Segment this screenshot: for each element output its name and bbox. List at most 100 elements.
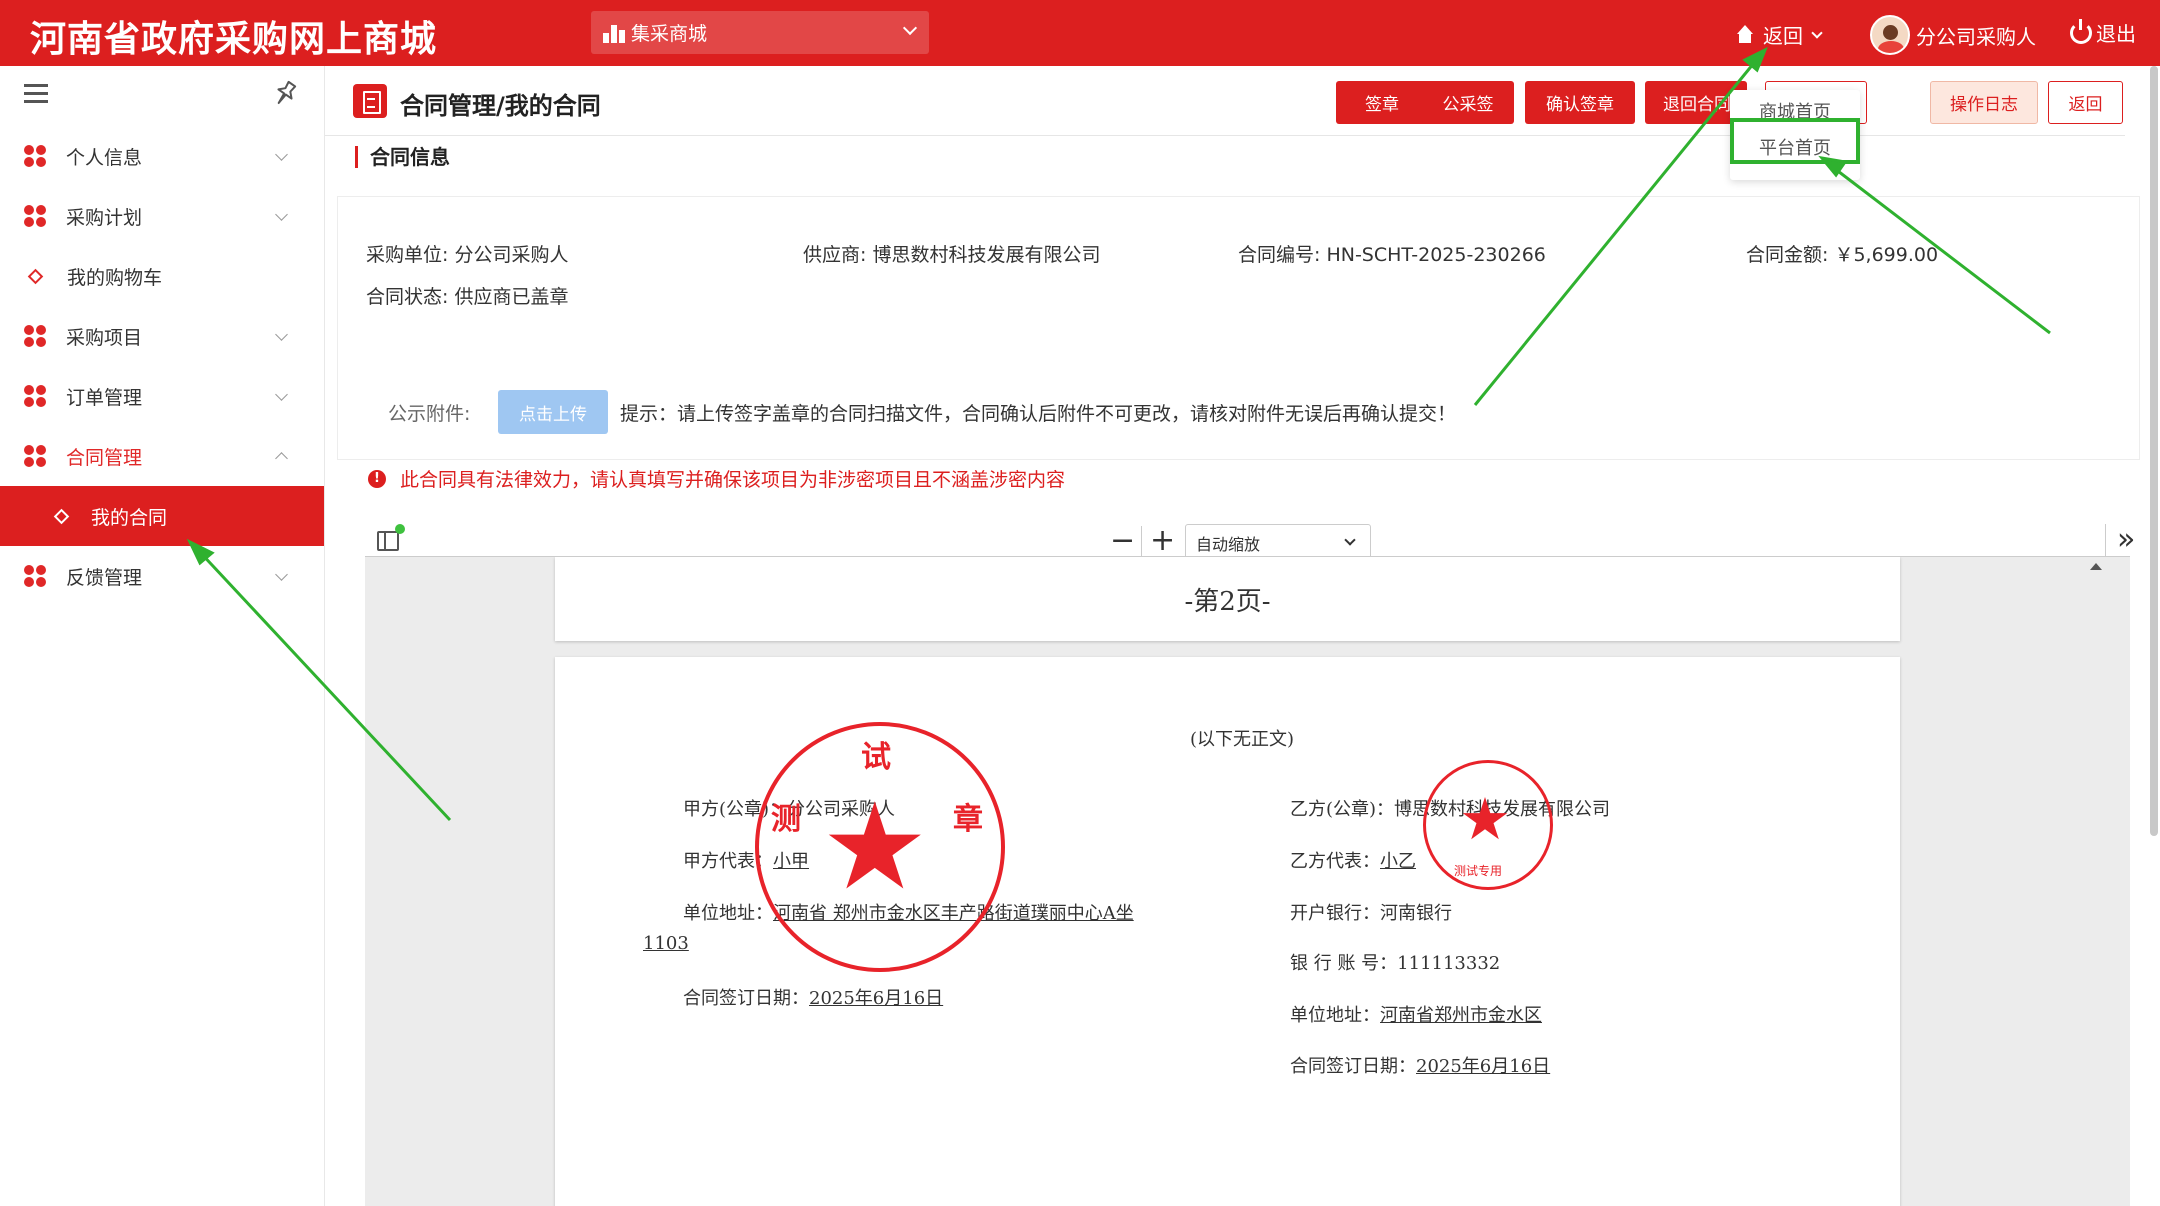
party-b-address: 单位地址：河南省郑州市金水区 (1290, 1001, 1542, 1027)
stamp-text: 测试专用 (1454, 864, 1503, 878)
sidebar-item-label: 采购计划 (66, 206, 143, 229)
chevron-down-icon (275, 208, 288, 221)
upload-hint: 提示：请上传签字盖章的合同扫描文件，合同确认后附件不可更改，请核对附件无误后再确… (620, 403, 1457, 425)
sidebar-item-label: 我的合同 (91, 506, 168, 529)
sidebar-item-purchase-plan[interactable]: 采购计划 (0, 186, 324, 246)
legal-warning-text: 此合同具有法律效力，请认真填写并确保该项目为非涉密项目且不涵盖涉密内容 (400, 469, 1066, 491)
header-back-menu[interactable]: 返回 (1735, 20, 1823, 49)
page-scrollbar[interactable] (2150, 66, 2160, 846)
attachment-label: 公示附件: (388, 403, 471, 425)
party-b-address-value: 河南省郑州市金水区 (1380, 1005, 1542, 1026)
party-a-date: 合同签订日期：2025年6月16日 (683, 984, 943, 1010)
sidebar-item-label: 合同管理 (66, 446, 143, 469)
scroll-up-icon[interactable] (2090, 563, 2102, 570)
menu-icon[interactable] (24, 84, 48, 104)
pdf-page-header: -第2页- (555, 557, 1900, 641)
power-icon (2070, 18, 2092, 44)
party-b-account: 银 行 账 号：111113332 (1290, 949, 1500, 975)
section-title: 合同信息 (355, 146, 450, 168)
site-logo[interactable]: 河南省政府采购网上商城 (30, 10, 437, 62)
mall-select[interactable]: 集采商城 (591, 11, 929, 54)
scrollbar-thumb[interactable] (2150, 66, 2158, 836)
clover-icon (24, 205, 46, 227)
contract-number: 合同编号: HN-SCHT-2025-230266 (1238, 244, 1546, 266)
clover-icon (24, 445, 46, 467)
sidebar-item-personal-info[interactable]: 个人信息 (0, 126, 324, 186)
public-sign-button[interactable]: 公采签 (1422, 81, 1514, 124)
diamond-icon (53, 508, 70, 524)
party-b-stamp: ★ 测试专用 (1423, 760, 1553, 890)
notification-dot (395, 524, 405, 534)
confirm-sign-button[interactable]: 确认签章 (1525, 81, 1635, 124)
sidebar-item-label: 我的购物车 (67, 266, 163, 289)
contract-amount: 合同金额: ￥5,699.00 (1746, 244, 1939, 266)
home-icon (1735, 24, 1755, 45)
star-icon: ★ (821, 778, 929, 917)
sidebar-item-cart[interactable]: 我的购物车 (0, 246, 324, 306)
zoom-out-button[interactable]: − (1110, 526, 1135, 556)
sidebar-item-label: 订单管理 (66, 386, 143, 409)
back-button[interactable]: 返回 (2048, 81, 2123, 124)
avatar (1870, 15, 1910, 55)
pdf-viewer[interactable]: -第2页- (以下无正文) 甲方(公章)：分公司采购人 甲方代表：小甲 单位地址… (365, 556, 2130, 1206)
party-a-date-value: 2025年6月16日 (809, 988, 944, 1009)
header-back-label: 返回 (1763, 24, 1803, 48)
chevron-up-icon (275, 452, 288, 465)
buyer-info: 采购单位: 分公司采购人 (366, 244, 569, 266)
chevron-down-icon (275, 328, 288, 341)
sidebar-item-my-contracts[interactable]: 我的合同 (0, 486, 324, 546)
sidebar-item-orders[interactable]: 订单管理 (0, 366, 324, 426)
sidebar-item-feedback[interactable]: 反馈管理 (0, 546, 324, 606)
chevron-down-icon (275, 148, 288, 161)
logout-label: 退出 (2096, 22, 2136, 46)
user-menu[interactable]: 分公司采购人 (1870, 15, 2036, 55)
sidebar-item-label: 个人信息 (66, 146, 143, 169)
diamond-icon (27, 268, 44, 284)
annotation-highlight-box (1730, 118, 1860, 164)
top-header: 河南省政府采购网上商城 集采商城 返回 分公司采购人 退出 (0, 0, 2160, 66)
party-b-account-label: 银 行 账 号： (1290, 953, 1398, 974)
upload-button[interactable]: 点击上传 (498, 390, 608, 434)
double-chevron-right-icon[interactable]: » (2117, 522, 2135, 557)
main-content: 合同管理/我的合同 签章 公采签 确认签章 退回合同 印合同 操作日志 返回 合… (325, 66, 2145, 1206)
party-a-date-label: 合同签订日期： (683, 988, 809, 1009)
clover-icon (24, 325, 46, 347)
no-more-text: (以下无正文) (1190, 729, 1295, 750)
toolbar-separator (2105, 524, 2106, 556)
party-a-address-label: 单位地址： (683, 903, 773, 924)
chevron-down-icon (902, 20, 918, 36)
document-icon (353, 84, 387, 118)
sidebar-toggle-icon[interactable] (377, 531, 399, 551)
party-a-stamp: 试 测 章 ★ (755, 722, 1005, 972)
pin-icon[interactable] (272, 80, 297, 108)
bar-chart-icon (603, 23, 625, 43)
sidebar-item-label: 采购项目 (66, 326, 143, 349)
sign-button[interactable]: 签章 (1336, 81, 1428, 124)
logout-button[interactable]: 退出 (2070, 18, 2136, 47)
contract-status: 合同状态: 供应商已盖章 (366, 286, 569, 308)
page-title: 合同管理/我的合同 (400, 92, 601, 120)
user-name: 分公司采购人 (1916, 24, 2036, 49)
clover-icon (24, 565, 46, 587)
operation-log-button[interactable]: 操作日志 (1930, 81, 2038, 124)
supplier-info: 供应商: 博思数村科技发展有限公司 (803, 244, 1101, 266)
stamp-char: 章 (953, 802, 983, 837)
party-b-date-value: 2025年6月16日 (1416, 1056, 1551, 1077)
clover-icon (24, 145, 46, 167)
sidebar-item-label: 反馈管理 (66, 566, 143, 589)
party-b-rep-name: 小乙 (1380, 851, 1416, 872)
stamp-char: 试 (861, 740, 891, 775)
party-b-rep-label: 乙方代表： (1290, 851, 1380, 872)
zoom-select-value: 自动缩放 (1196, 535, 1261, 554)
party-a-address-line2: 1103 (643, 933, 689, 954)
contract-info-card: 采购单位: 分公司采购人 供应商: 博思数村科技发展有限公司 合同编号: HN-… (337, 196, 2140, 491)
stamp-char: 测 (771, 802, 801, 837)
chevron-down-icon (275, 568, 288, 581)
clover-icon (24, 385, 46, 407)
sidebar-item-contracts[interactable]: 合同管理 (0, 426, 324, 486)
sidebar-item-projects[interactable]: 采购项目 (0, 306, 324, 366)
sidebar-top (0, 66, 324, 126)
party-b-date-label: 合同签订日期： (1290, 1056, 1416, 1077)
party-b-bank: 开户银行：河南银行 (1290, 903, 1452, 924)
zoom-in-button[interactable]: + (1150, 526, 1175, 556)
